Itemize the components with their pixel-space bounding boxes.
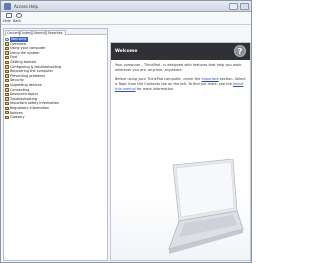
- tab-search[interactable]: Search: [32, 30, 46, 35]
- topic-icon: [5, 37, 9, 41]
- close-button[interactable]: [240, 3, 249, 10]
- book-icon: [5, 115, 9, 120]
- tab-favorites[interactable]: Favorites: [46, 30, 66, 35]
- guide-paragraph: Before using your ThinkPad computer, che…: [115, 77, 247, 93]
- book-icon: [5, 92, 9, 97]
- book-icon: [5, 55, 9, 60]
- back-arrow-icon: [16, 13, 22, 18]
- book-icon: [5, 69, 9, 74]
- book-icon: [5, 74, 9, 78]
- intro-paragraph: Your computer - ThinkPad - is designed w…: [115, 63, 242, 73]
- navigation-pane: Contents Index Search Favorites Welcome …: [3, 28, 108, 261]
- contents-tree: Welcome Overview Using your computer Usi…: [5, 37, 106, 120]
- book-icon: [5, 42, 9, 46]
- window-title: Access Help: [14, 4, 39, 9]
- question-mark-icon: ?: [234, 45, 246, 57]
- title-bar[interactable]: Access Help: [1, 1, 251, 12]
- page-title: Welcome: [115, 49, 138, 54]
- book-icon: [5, 101, 9, 106]
- book-icon: [5, 60, 9, 64]
- book-icon: [5, 97, 9, 101]
- hide-label: Hide: [3, 19, 11, 23]
- book-icon: [5, 78, 9, 83]
- tab-contents[interactable]: Contents: [5, 30, 21, 36]
- guide-text-c: for more information.: [135, 87, 175, 92]
- book-icon: [5, 88, 9, 92]
- hide-pane-icon: [6, 13, 12, 18]
- book-icon: [5, 106, 9, 110]
- guide-text-a: Before using your ThinkPad computer, che…: [115, 77, 202, 81]
- important-link[interactable]: Important: [201, 77, 218, 81]
- laptop-illustration: [168, 159, 244, 254]
- nav-tabs: Contents Index Search Favorites: [4, 29, 107, 36]
- tab-index[interactable]: Index: [20, 30, 32, 35]
- help-window: Access Help Hide Back Contents Index Sea…: [0, 0, 252, 263]
- book-icon: [5, 111, 9, 115]
- back-label: Back: [13, 19, 22, 23]
- toc-item[interactable]: Glossary: [5, 115, 106, 120]
- toolbar: Hide Back: [1, 12, 251, 25]
- back-button[interactable]: Back: [13, 13, 24, 24]
- book-icon: [5, 65, 9, 69]
- book-icon: [5, 83, 9, 87]
- content-banner: Welcome ?: [111, 43, 250, 60]
- minimize-button[interactable]: [229, 3, 238, 10]
- help-app-icon: [4, 3, 11, 10]
- book-icon: [5, 51, 9, 55]
- book-icon: [5, 46, 9, 51]
